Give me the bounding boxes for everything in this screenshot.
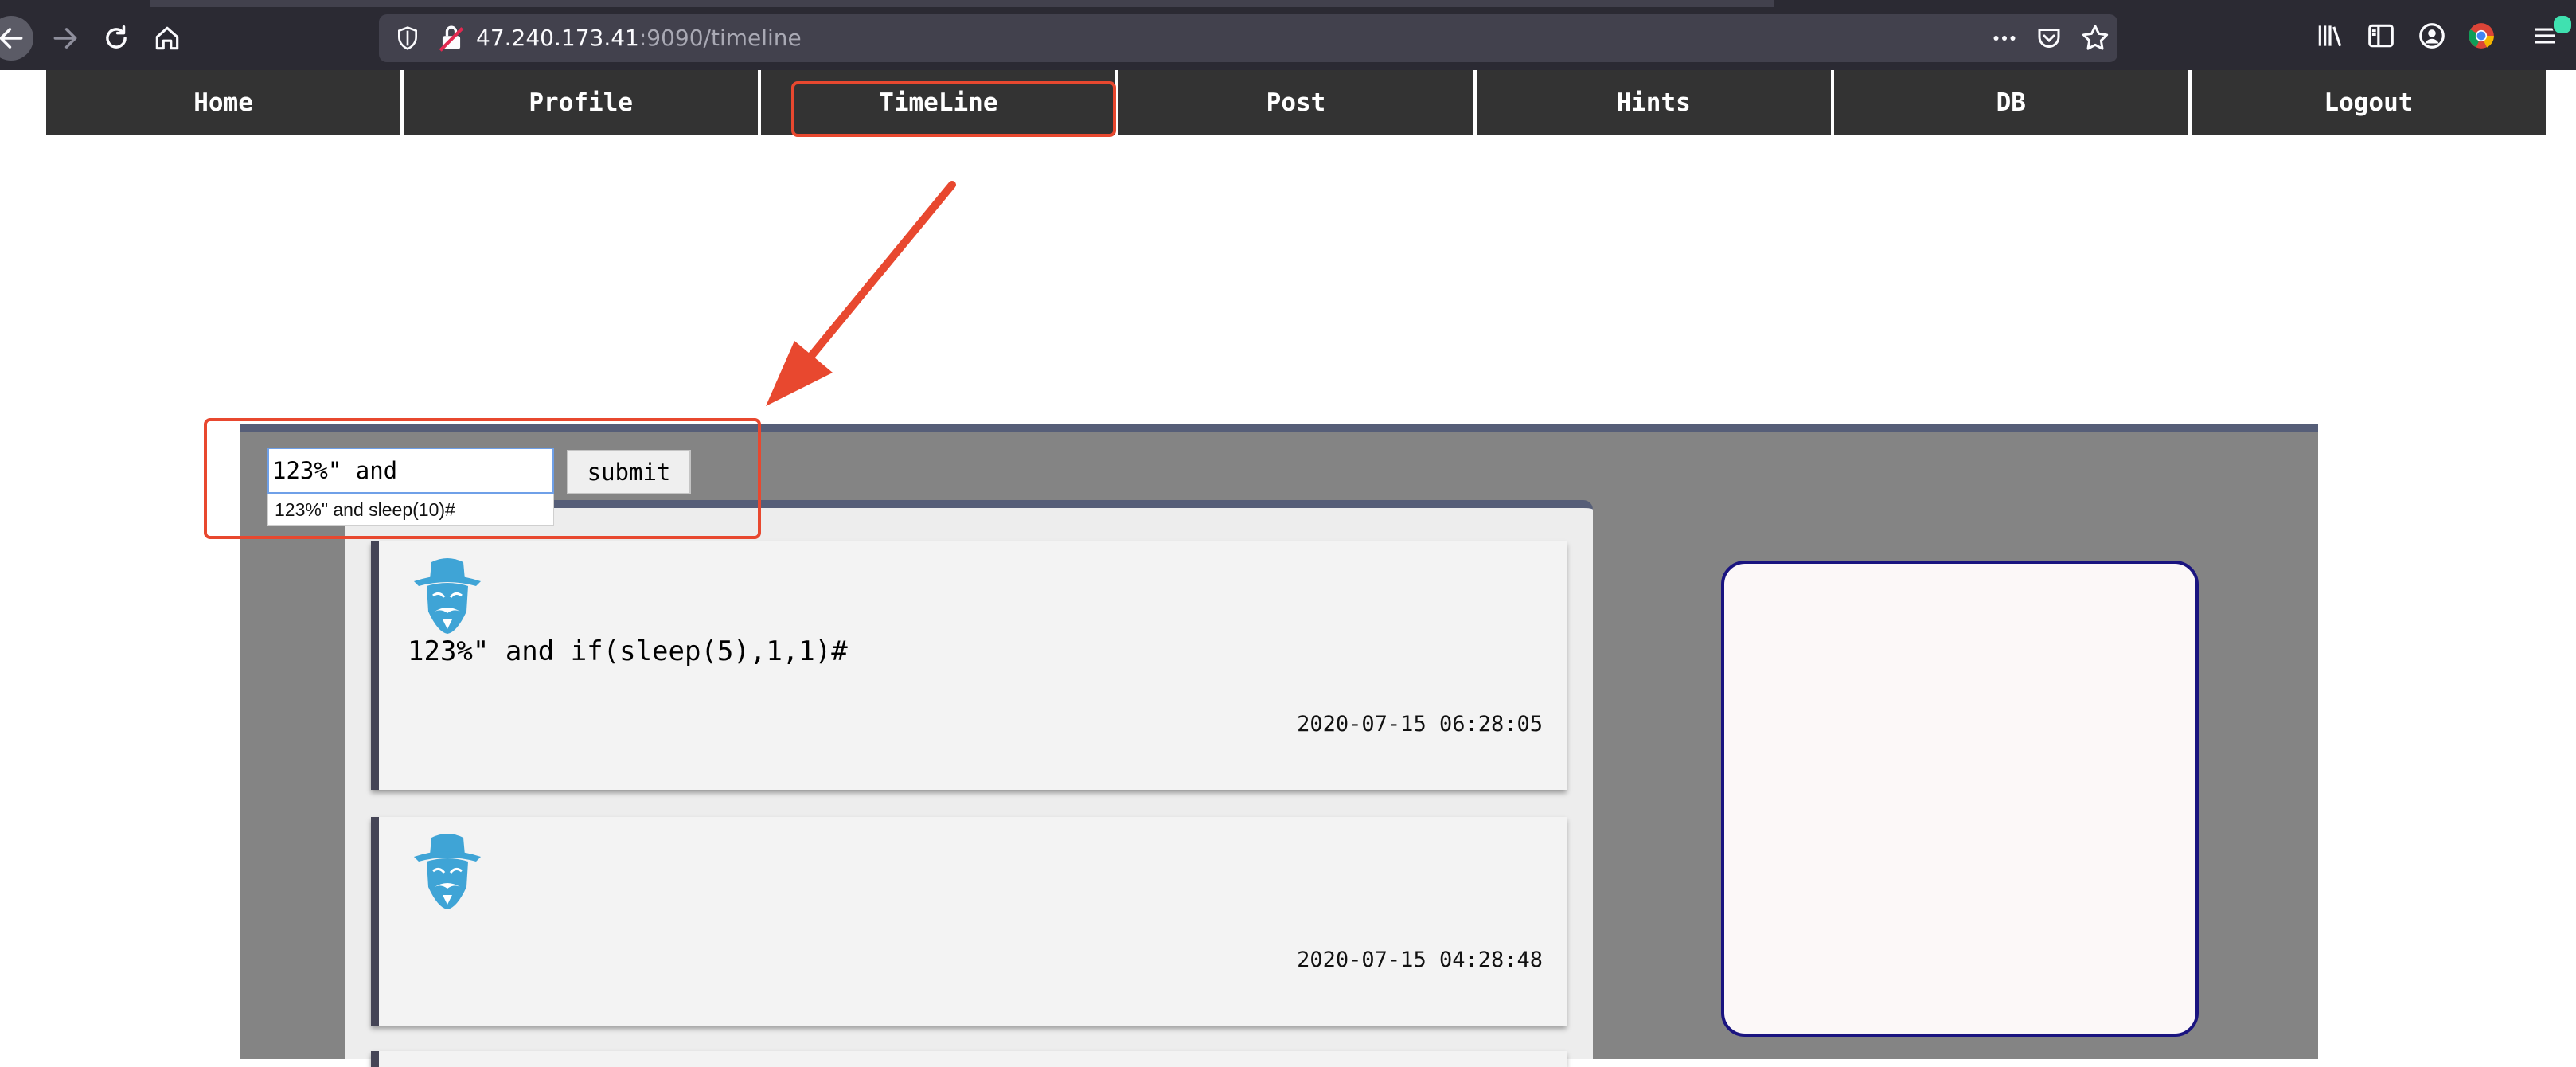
post-timestamp: 2020-07-15 06:28:05 — [1297, 712, 1543, 737]
url-bar[interactable]: 47.240.173.41:9090/timeline — [379, 14, 2117, 62]
annotation-box-timeline — [791, 81, 1116, 137]
site-nav: Home Profile TimeLine Post Hints DB Logo… — [46, 70, 2546, 135]
timeline-post: 2020-07-15 04:28:48 — [371, 817, 1567, 1026]
star-icon[interactable] — [2079, 22, 2111, 54]
annotation-box-search — [204, 418, 761, 539]
nav-post[interactable]: Post — [1115, 70, 1473, 135]
pocket-icon[interactable] — [2035, 24, 2063, 53]
shield-icon[interactable] — [395, 25, 420, 51]
url-host: 47.240.173.41 — [476, 25, 639, 51]
account-icon[interactable] — [2417, 21, 2447, 51]
post-timestamp: 2020-07-15 04:28:48 — [1297, 948, 1543, 972]
reload-button[interactable] — [94, 16, 139, 61]
browser-toolbar: 47.240.173.41:9090/timeline — [0, 0, 2576, 70]
avatar-icon — [414, 558, 481, 634]
chrome-icon[interactable] — [2466, 21, 2496, 51]
timeline-post: 123%" and if(sleep(5),1,1)# 2020-07-15 0… — [371, 541, 1567, 790]
reload-icon — [106, 25, 127, 49]
sidebar-icon[interactable] — [2366, 21, 2396, 51]
update-badge — [2552, 14, 2573, 35]
back-icon — [0, 28, 23, 49]
url-path: :9090/timeline — [638, 25, 802, 51]
active-tab-indicator — [150, 0, 1774, 7]
forward-button[interactable] — [43, 16, 88, 61]
home-icon — [155, 26, 179, 50]
lock-insecure-icon[interactable] — [438, 24, 465, 53]
forward-icon — [53, 28, 77, 49]
nav-profile[interactable]: Profile — [400, 70, 758, 135]
avatar-icon — [414, 834, 481, 909]
url-text[interactable]: 47.240.173.41:9090/timeline — [476, 25, 802, 52]
post-text: 123%" and if(sleep(5),1,1)# — [408, 635, 848, 667]
nav-hints[interactable]: Hints — [1473, 70, 1831, 135]
more-icon[interactable] — [1989, 24, 2020, 53]
home-button[interactable] — [145, 16, 189, 61]
nav-home[interactable]: Home — [46, 70, 400, 135]
back-button[interactable] — [0, 16, 33, 61]
nav-db[interactable]: DB — [1830, 70, 2188, 135]
side-box — [1721, 561, 2199, 1037]
library-icon[interactable] — [2315, 21, 2345, 51]
timeline-post — [371, 1051, 1567, 1067]
nav-logout[interactable]: Logout — [2188, 70, 2546, 135]
